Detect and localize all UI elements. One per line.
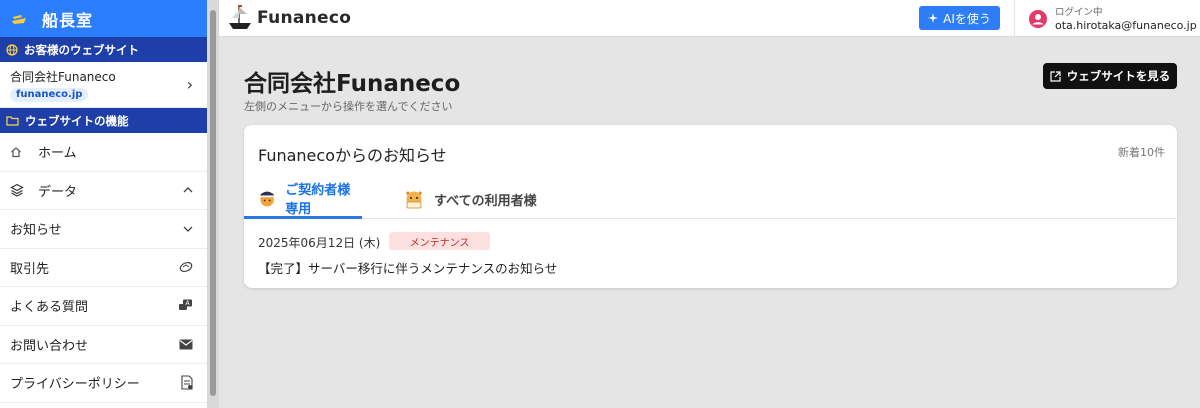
external-link-icon xyxy=(1050,70,1061,82)
sidebar-item-partners[interactable]: 取引先 xyxy=(0,249,207,287)
sidebar-item-privacy-policy[interactable]: プライバシーポリシー xyxy=(0,364,207,403)
folder-icon xyxy=(6,116,19,126)
faq-icon: A xyxy=(178,299,193,312)
view-website-button[interactable]: ウェブサイトを見る xyxy=(1043,63,1177,89)
sidebar-item-label: お問い合わせ xyxy=(10,338,89,354)
ai-button-label: AIを使う xyxy=(943,11,991,26)
site-name: 合同会社Funaneco xyxy=(10,69,116,84)
sidebar-item-label: プライバシーポリシー xyxy=(10,377,140,393)
sidebar-title: 船長室 xyxy=(42,10,94,30)
home-icon xyxy=(11,146,21,157)
brand-name: Funaneco xyxy=(257,8,352,28)
section-label: お客様のウェブサイト xyxy=(24,42,139,57)
sidebar-item-contact[interactable]: お問い合わせ xyxy=(0,326,207,364)
sidebar-item-news[interactable]: お知らせ xyxy=(0,210,207,249)
user-menu[interactable]: ログイン中 ota.hirotaka@funaneco.jp xyxy=(1014,0,1200,37)
scrollbar-thumb[interactable] xyxy=(210,10,216,396)
handshake-icon xyxy=(179,261,193,273)
section-customer-website: お客様のウェブサイト xyxy=(0,37,207,62)
ai-button[interactable]: AIを使う xyxy=(919,6,1000,30)
news-tabs: ご契約者様専用 すべての利用者様 xyxy=(244,175,1177,219)
top-bar: Funaneco AIを使う ログイン中 ota.hirotaka@funane… xyxy=(219,0,1200,37)
layers-icon xyxy=(10,184,24,197)
sidebar-item-label: お知らせ xyxy=(10,223,62,239)
tab-label: ご契約者様専用 xyxy=(285,182,351,217)
brand-logo[interactable]: Funaneco xyxy=(227,4,351,32)
chevron-right-icon: › xyxy=(186,75,193,94)
mail-icon xyxy=(179,339,193,350)
sidebar-item-label: 取引先 xyxy=(10,261,50,277)
sidebar-scrollbar[interactable] xyxy=(207,0,219,408)
news-count: 新着10件 xyxy=(1118,146,1165,159)
sidebar: 船長室 お客様のウェブサイト 合同会社Funaneco funaneco.jp … xyxy=(0,0,207,408)
chevron-down-icon xyxy=(183,226,193,232)
sidebar-item-data[interactable]: データ xyxy=(0,172,207,210)
tab-all-users[interactable]: すべての利用者様 xyxy=(402,179,537,219)
site-selector[interactable]: 合同会社Funaneco funaneco.jp › xyxy=(0,62,207,108)
page-subtitle: 左側のメニューから操作を選んでください xyxy=(244,100,453,113)
chevron-up-icon xyxy=(183,187,193,193)
globe-icon xyxy=(6,43,18,56)
sidebar-item-home[interactable]: ホーム xyxy=(0,133,207,172)
sidebar-item-faq[interactable]: よくある質問 A xyxy=(0,287,207,326)
news-card-title: Funanecoからのお知らせ xyxy=(258,146,447,165)
captain-cat-icon xyxy=(260,191,274,206)
section-label: ウェブサイトの機能 xyxy=(25,113,129,128)
tab-label: すべての利用者様 xyxy=(434,193,537,209)
news-card: Funanecoからのお知らせ 新着10件 ご契約者様専用 すべての利用者様 2… xyxy=(244,125,1177,288)
sidebar-item-label: ホーム xyxy=(38,146,77,162)
sidebar-header: 船長室 xyxy=(0,0,207,37)
news-item-date: 2025年06月12日 (木) xyxy=(258,236,381,250)
login-status: ログイン中 xyxy=(1055,6,1103,18)
ship-icon xyxy=(12,14,26,24)
document-icon xyxy=(181,375,193,390)
sparkle-icon xyxy=(928,12,939,23)
page-title: 合同会社Funaneco xyxy=(244,71,461,97)
tab-contract-customers[interactable]: ご契約者様専用 xyxy=(244,179,362,219)
site-domain-badge: funaneco.jp xyxy=(10,87,89,102)
ship-logo-icon xyxy=(229,5,251,29)
news-item-title[interactable]: 【完了】サーバー移行に伴うメンテナンスのお知らせ xyxy=(258,258,557,277)
welcome-cat-icon xyxy=(405,191,423,209)
user-email: ota.hirotaka@funaneco.jp xyxy=(1055,18,1197,32)
view-website-label: ウェブサイトを見る xyxy=(1066,69,1171,83)
sidebar-item-label: データ xyxy=(38,184,78,200)
news-category-badge: メンテナンス xyxy=(389,232,490,250)
section-website-features: ウェブサイトの機能 xyxy=(0,108,207,133)
sidebar-item-label: よくある質問 xyxy=(10,300,89,316)
user-avatar-icon xyxy=(1029,9,1047,28)
